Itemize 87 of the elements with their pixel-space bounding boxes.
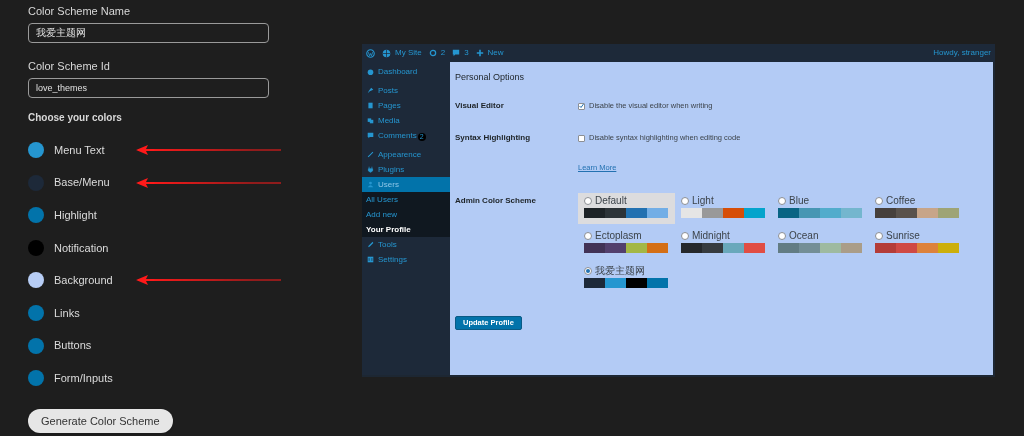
color-label: Links — [54, 305, 80, 321]
radio-button[interactable] — [584, 232, 592, 240]
color-swatch[interactable] — [28, 337, 44, 354]
checkbox[interactable] — [578, 102, 585, 110]
scheme-name: Blue — [789, 196, 809, 206]
color-label: Buttons — [54, 338, 92, 354]
new-link[interactable]: New — [487, 47, 504, 59]
radio-button[interactable] — [778, 232, 786, 240]
color-swatch[interactable] — [28, 207, 44, 224]
menu-icon — [367, 151, 374, 158]
color-scheme-option[interactable]: Ocean — [772, 228, 869, 259]
sidebar-item[interactable]: Pages — [362, 98, 450, 113]
color-scheme-option[interactable]: Midnight — [675, 228, 772, 259]
color-swatch[interactable] — [28, 272, 44, 289]
refresh-icon[interactable] — [428, 49, 437, 57]
menu-icon — [367, 132, 374, 139]
menu-icon — [367, 256, 374, 263]
option-label: Visual Editor — [455, 100, 505, 112]
color-scheme-option[interactable]: Blue — [772, 193, 869, 224]
scheme-name: Ectoplasm — [595, 231, 642, 241]
color-scheme-option[interactable]: Default — [578, 193, 675, 224]
section-heading: Choose your colors — [28, 111, 123, 124]
radio-button[interactable] — [875, 197, 883, 205]
scheme-name: Light — [692, 196, 714, 206]
radio-button[interactable] — [584, 197, 592, 205]
field-label: Color Scheme Id — [28, 59, 111, 74]
menu-icon — [367, 241, 374, 248]
radio-button[interactable] — [681, 197, 689, 205]
globe-icon[interactable] — [382, 48, 391, 58]
menu-icon — [367, 117, 374, 124]
color-scheme-option[interactable]: Sunrise — [869, 228, 966, 259]
sidebar-item[interactable]: Media — [362, 113, 450, 128]
sidebar-item[interactable]: Dashboard — [362, 64, 450, 79]
color-label: Menu Text — [54, 142, 105, 158]
radio-button[interactable] — [681, 232, 689, 240]
color-label: Base/Menu — [54, 175, 110, 191]
menu-icon — [367, 166, 374, 173]
color-swatch[interactable] — [28, 304, 44, 321]
sidebar-item[interactable]: Users — [362, 177, 450, 192]
comment-count[interactable]: 3 — [464, 47, 469, 59]
sidebar-item[interactable]: Appearence — [362, 147, 450, 162]
site-link[interactable]: My Site — [395, 47, 422, 59]
color-swatch[interactable] — [28, 370, 44, 387]
color-label: Background — [54, 273, 113, 289]
comment-icon[interactable] — [452, 49, 461, 57]
color-swatch[interactable] — [28, 174, 44, 191]
color-swatch[interactable] — [28, 142, 44, 158]
scheme-name: Sunrise — [886, 231, 920, 241]
sidebar-item[interactable]: Settings — [362, 252, 450, 267]
field-label: Color Scheme Name — [28, 4, 132, 19]
update-count[interactable]: 2 — [440, 47, 446, 59]
sidebar-item[interactable]: Posts — [362, 83, 450, 98]
radio-button[interactable] — [584, 267, 592, 275]
color-label: Form/Inputs — [54, 370, 113, 386]
color-label: Highlight — [54, 207, 97, 223]
menu-icon — [367, 68, 374, 75]
scheme-name: 我爱主题网 — [595, 266, 645, 276]
scheme-name: Ocean — [789, 231, 819, 241]
color-label: Notification — [54, 240, 109, 256]
checkbox[interactable] — [578, 134, 585, 142]
plus-icon[interactable] — [475, 49, 484, 57]
scheme-name: Midnight — [692, 231, 730, 241]
sidebar-item[interactable]: Tools — [362, 237, 450, 252]
color-scheme-option[interactable]: Coffee — [869, 193, 966, 224]
color-scheme-option[interactable]: 我爱主题网 — [578, 263, 675, 294]
scheme-name: Coffee — [886, 196, 916, 206]
menu-icon — [367, 181, 374, 188]
input-field[interactable]: love_themes — [28, 78, 269, 98]
submenu-item[interactable]: Add new — [362, 207, 450, 222]
wordpress-logo-icon[interactable] — [366, 48, 375, 58]
menu-icon — [367, 102, 374, 109]
submenu-item[interactable]: Your Profile — [362, 222, 450, 237]
sidebar-item[interactable]: Plugins — [362, 162, 450, 177]
color-scheme-option[interactable]: Light — [675, 193, 772, 224]
menu-icon — [367, 87, 374, 94]
input-field[interactable]: 我爱主题网 — [28, 23, 269, 43]
section-heading: Personal Options — [455, 71, 526, 84]
generate-button[interactable]: Generate Color Scheme — [28, 409, 173, 434]
radio-button[interactable] — [875, 232, 883, 240]
option-label: Syntax Highlighting — [455, 132, 532, 144]
color-swatch[interactable] — [28, 239, 44, 256]
submenu-item[interactable]: All Users — [362, 192, 450, 207]
option-label: Admin Color Scheme — [455, 195, 537, 207]
scheme-name: Default — [595, 196, 627, 206]
greeting-link[interactable]: Howdy, stranger — [933, 47, 991, 59]
color-scheme-option[interactable]: Ectoplasm — [578, 228, 675, 259]
radio-button[interactable] — [778, 197, 786, 205]
